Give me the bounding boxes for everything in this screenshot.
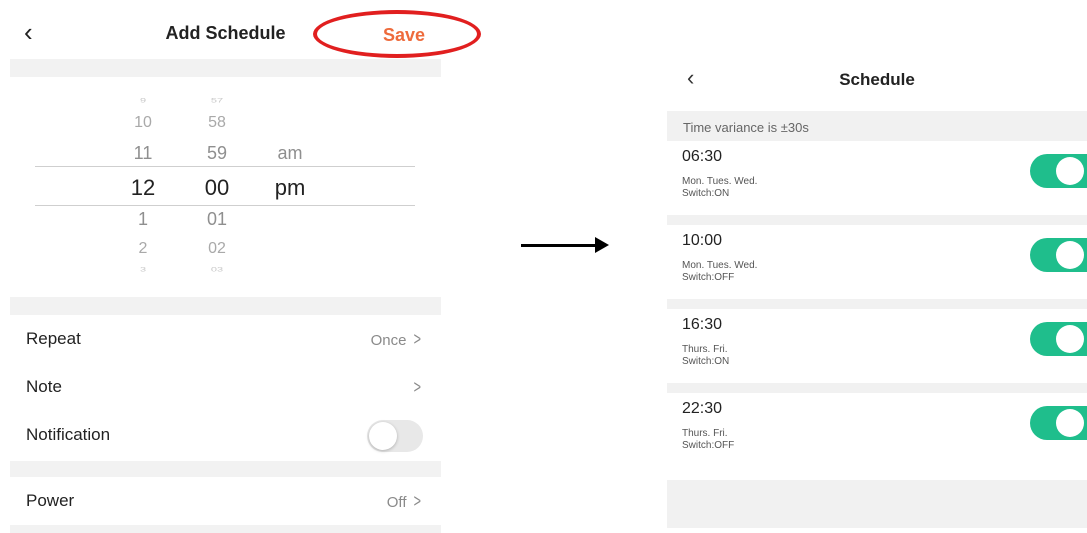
note-row[interactable]: Note > — [10, 363, 441, 411]
toggle-knob — [1056, 325, 1084, 353]
hour-option[interactable]: 3 — [118, 267, 168, 274]
schedule-switch-state: Switch:ON — [682, 356, 730, 367]
toggle-knob — [369, 422, 397, 450]
chevron-right-icon: > — [414, 329, 422, 349]
picker-selection-line — [35, 166, 415, 167]
minute-option[interactable]: 01 — [192, 209, 242, 230]
minute-option[interactable]: 58 — [192, 114, 242, 132]
schedule-switch-state: Switch:ON — [682, 188, 730, 199]
hour-selected[interactable]: 12 — [118, 175, 168, 201]
schedule-days: Mon. Tues. Wed. — [682, 176, 758, 187]
schedule-toggle[interactable] — [1030, 406, 1087, 440]
divider — [10, 297, 441, 315]
hour-option[interactable]: 2 — [118, 240, 168, 258]
divider — [10, 461, 441, 477]
divider — [667, 383, 1087, 393]
note-label: Note — [26, 377, 62, 396]
schedule-screen: ‹ Schedule Time variance is ±30s 06:30 M… — [667, 53, 1087, 528]
schedule-days: Thurs. Fri. — [682, 428, 728, 439]
page-title: Schedule — [839, 70, 915, 89]
schedule-time: 10:00 — [682, 232, 723, 249]
notification-toggle[interactable] — [367, 420, 423, 452]
hour-option[interactable]: 10 — [118, 114, 168, 132]
variance-text: Time variance is ±30s — [683, 120, 809, 135]
repeat-label: Repeat — [26, 329, 81, 348]
ampm-selected[interactable]: pm — [265, 175, 315, 201]
power-row[interactable]: Power Off > — [10, 477, 441, 525]
schedule-toggle[interactable] — [1030, 322, 1087, 356]
ampm-option[interactable]: am — [265, 143, 315, 164]
schedule-item[interactable]: 22:30 Thurs. Fri. Switch:OFF — [667, 393, 1087, 467]
notification-row: Notification — [10, 411, 441, 459]
schedule-time: 16:30 — [682, 316, 723, 333]
arrow-shaft — [521, 244, 597, 247]
toggle-knob — [1056, 157, 1084, 185]
arrow-head — [595, 237, 609, 253]
divider — [10, 525, 441, 533]
hour-option[interactable]: 9 — [118, 98, 168, 105]
minute-option[interactable]: 59 — [192, 143, 242, 164]
schedule-toggle[interactable] — [1030, 238, 1087, 272]
schedule-days: Thurs. Fri. — [682, 344, 728, 355]
divider — [667, 215, 1087, 225]
minute-option[interactable]: 02 — [192, 240, 242, 258]
power-value: Off > — [386, 491, 422, 511]
schedule-days: Mon. Tues. Wed. — [682, 260, 758, 271]
chevron-right-icon: > — [414, 491, 422, 511]
schedule-item[interactable]: 16:30 Thurs. Fri. Switch:ON — [667, 309, 1087, 383]
divider — [667, 299, 1087, 309]
schedule-toggle[interactable] — [1030, 154, 1087, 188]
minute-selected[interactable]: 00 — [192, 175, 242, 201]
schedule-switch-state: Switch:OFF — [682, 440, 735, 451]
header: ‹ Add Schedule Save — [10, 0, 481, 65]
time-picker[interactable]: 9 10 11 12 1 2 3 57 58 59 00 01 02 03 am… — [10, 77, 441, 297]
schedule-item[interactable]: 10:00 Mon. Tues. Wed. Switch:OFF — [667, 225, 1087, 299]
schedule-time: 06:30 — [682, 148, 723, 165]
schedule-switch-state: Switch:OFF — [682, 272, 735, 283]
hour-option[interactable]: 11 — [118, 143, 168, 164]
hour-option[interactable]: 1 — [118, 209, 168, 230]
chevron-right-icon: > — [414, 377, 422, 397]
divider — [10, 59, 441, 77]
notification-label: Notification — [26, 425, 111, 444]
picker-selection-line — [35, 205, 415, 206]
repeat-value: Once > — [370, 329, 422, 349]
minute-option[interactable]: 57 — [192, 98, 242, 105]
toggle-knob — [1056, 409, 1084, 437]
save-button[interactable]: Save — [383, 25, 425, 46]
add-schedule-screen: ‹ Add Schedule Save 9 10 11 12 1 2 3 57 … — [10, 0, 481, 533]
schedule-time: 22:30 — [682, 400, 723, 417]
variance-banner: Time variance is ±30s — [667, 111, 1087, 141]
repeat-row[interactable]: Repeat Once > — [10, 315, 441, 363]
note-value: > — [406, 377, 423, 398]
minute-option[interactable]: 03 — [192, 267, 242, 274]
power-label: Power — [26, 491, 75, 510]
schedule-item[interactable]: 06:30 Mon. Tues. Wed. Switch:ON — [667, 141, 1087, 215]
footer-area — [667, 480, 1087, 528]
toggle-knob — [1056, 241, 1084, 269]
